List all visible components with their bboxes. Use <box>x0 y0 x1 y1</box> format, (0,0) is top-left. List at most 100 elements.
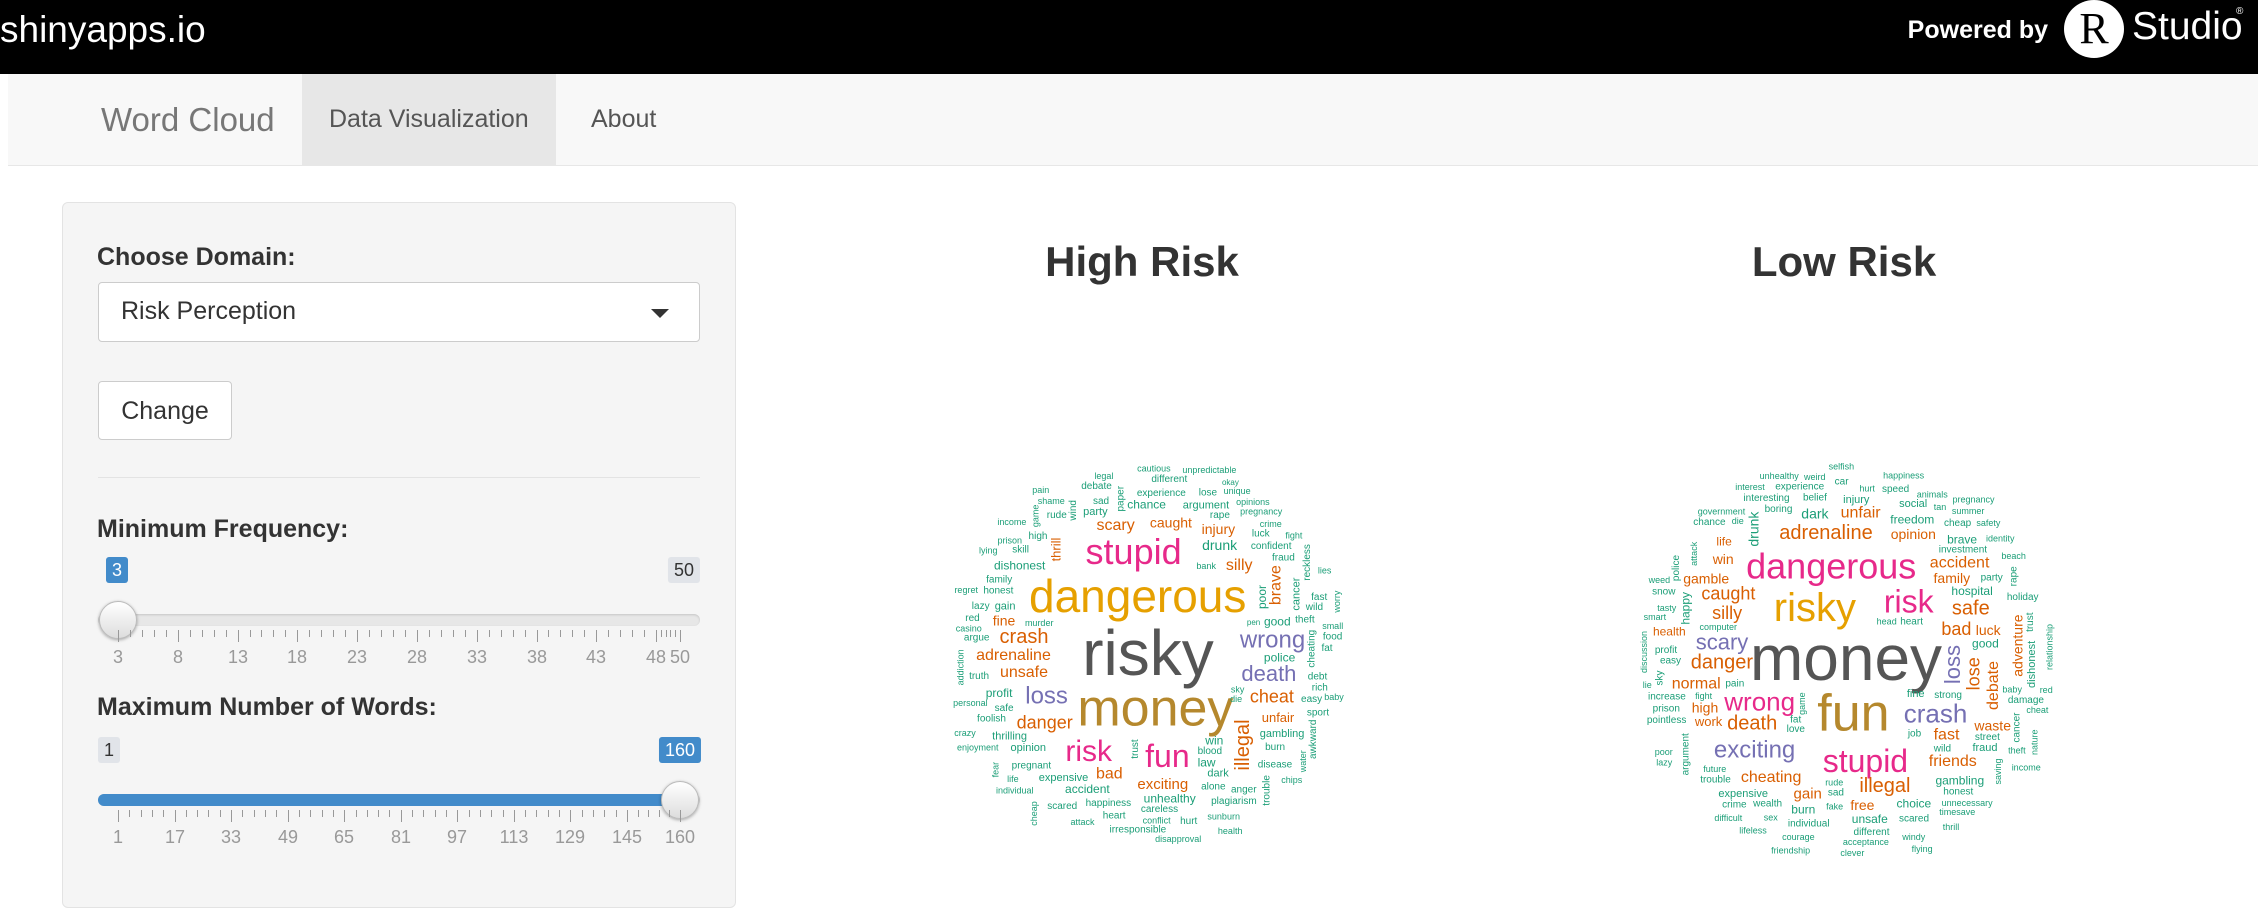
cloud-word: cheap <box>1944 518 1972 529</box>
divider <box>98 477 700 478</box>
slider-tick <box>446 810 447 817</box>
cloud-word: drunk <box>1746 511 1762 547</box>
brand-title[interactable]: shinyapps.io <box>0 8 206 52</box>
cloud-word: foolish <box>977 714 1006 725</box>
cloud-word: fight <box>1695 691 1713 701</box>
slider-tick <box>367 810 368 817</box>
cloud-word: tan <box>1934 502 1947 512</box>
slider-tick <box>175 810 176 822</box>
cloud-word: debt <box>1308 672 1328 683</box>
cloud-word: luck <box>1252 529 1271 540</box>
cloud-word: dark <box>1207 768 1229 780</box>
cloud-word: rape <box>1210 510 1230 521</box>
cloud-word: belief <box>1803 493 1827 504</box>
slider-track[interactable] <box>98 614 700 626</box>
tab-about[interactable]: About <box>564 74 683 165</box>
domain-select[interactable]: Risk Perception <box>98 282 700 342</box>
cloud-word: risky <box>1082 617 1214 689</box>
slider-tick <box>130 630 131 637</box>
cloud-word: unfair <box>1841 504 1882 521</box>
cloud-word: speed <box>1882 484 1909 495</box>
cloud-word: risk <box>1065 735 1113 768</box>
slider-tick-label: 129 <box>554 827 586 847</box>
cloud-word: bad <box>1096 766 1123 783</box>
cloud-word: injury <box>1843 494 1870 506</box>
cloud-word: bank <box>1196 561 1216 571</box>
tab-data-visualization[interactable]: Data Visualization <box>302 74 556 165</box>
cloud-word: chance <box>1127 498 1166 512</box>
cloud-word: happiness <box>1883 471 1925 481</box>
cloud-word: confident <box>1251 541 1292 552</box>
choose-domain-label: Choose Domain: <box>97 243 296 271</box>
cloud-word: cheat <box>2026 705 2049 715</box>
slider-tick <box>129 810 130 817</box>
slider-tick-label: 28 <box>406 647 428 667</box>
cloud-word: fraud <box>1972 742 1997 754</box>
maximum-words-slider[interactable]: 1 160 1 17 33 49 65 81 97 113 129 145 160 <box>98 737 702 857</box>
slider-tick <box>178 630 179 642</box>
cloud-word: fast <box>1934 727 1960 744</box>
cloud-word: brave <box>1268 565 1285 605</box>
cloud-word: fraud <box>1272 552 1295 563</box>
cloud-word: honest <box>1943 787 1973 798</box>
cloud-word: cancer <box>1291 577 1303 610</box>
slider-tick <box>638 810 639 817</box>
slider-value-bubble: 3 <box>106 557 129 583</box>
cloud-word: small <box>1322 621 1343 631</box>
slider-tick <box>401 810 402 822</box>
slider-tick <box>190 630 191 637</box>
cloud-word: cancer <box>2012 712 2023 743</box>
cloud-word: disapproval <box>1155 834 1201 844</box>
cloud-word: freedom <box>1890 512 1934 526</box>
cloud-word: loss <box>1025 683 1068 710</box>
slider-tick <box>491 810 492 817</box>
app-title[interactable]: Word Cloud <box>101 100 275 140</box>
slider-tick <box>152 810 153 817</box>
cloud-word: individual <box>996 786 1034 796</box>
cloud-word: fun <box>1145 738 1189 774</box>
cloud-word: different <box>1151 474 1187 485</box>
slider-tick <box>669 810 670 817</box>
cloud-word: unique <box>1224 486 1251 496</box>
slider-track[interactable] <box>98 794 700 806</box>
cloud-word: burn <box>1791 802 1815 816</box>
cloud-word: dangerous <box>1746 546 1916 587</box>
cloud-word: weird <box>1803 472 1826 482</box>
cloud-word: poor <box>1255 585 1269 609</box>
slider-tick <box>242 810 243 817</box>
cloud-word: addiction <box>955 649 965 685</box>
cloud-word: gain <box>995 600 1016 612</box>
cloud-word: illegal <box>1859 775 1910 797</box>
slider-tick <box>656 630 657 642</box>
minimum-frequency-slider[interactable]: 3 50 3 8 13 18 23 28 33 38 43 48 50 <box>98 557 700 677</box>
cloud-word: blood <box>1198 746 1222 757</box>
cloud-word: lose <box>1199 488 1218 499</box>
cloud-word: heart <box>1103 810 1126 821</box>
slider-fill <box>98 794 680 806</box>
cloud-word: adventure <box>2010 614 2026 676</box>
cloud-word: fat <box>1790 714 1801 725</box>
cloud-word: worry <box>1332 590 1342 613</box>
change-button[interactable]: Change <box>98 381 232 440</box>
cloud-word: street <box>1975 732 2000 743</box>
cloud-word: police <box>1671 555 1682 582</box>
cloud-word: normal <box>1672 675 1721 692</box>
cloud-word: cheating <box>1741 769 1802 786</box>
cloud-word: summer <box>1952 506 1985 516</box>
cloud-word: illegal <box>1232 719 1254 770</box>
slider-tick <box>608 630 609 637</box>
slider-tick <box>250 630 251 637</box>
rstudio-logo-text[interactable]: Studio <box>2132 4 2243 50</box>
cloud-word: fear <box>990 762 1000 778</box>
cloud-word: opinion <box>1011 742 1046 754</box>
cloud-word: lie <box>1643 680 1652 690</box>
cloud-word: lazy <box>972 601 990 612</box>
cloud-word: relationship <box>2045 624 2055 670</box>
cloud-word: scary <box>1096 517 1134 534</box>
cloud-word: health <box>1218 826 1243 836</box>
cloud-word: expensive <box>1039 772 1089 784</box>
rstudio-r-logo-icon[interactable]: R <box>2064 0 2124 58</box>
cloud-word: sex <box>1764 813 1779 823</box>
slider-tick-label: 13 <box>227 647 249 667</box>
cloud-word: adrenaline <box>976 647 1051 664</box>
